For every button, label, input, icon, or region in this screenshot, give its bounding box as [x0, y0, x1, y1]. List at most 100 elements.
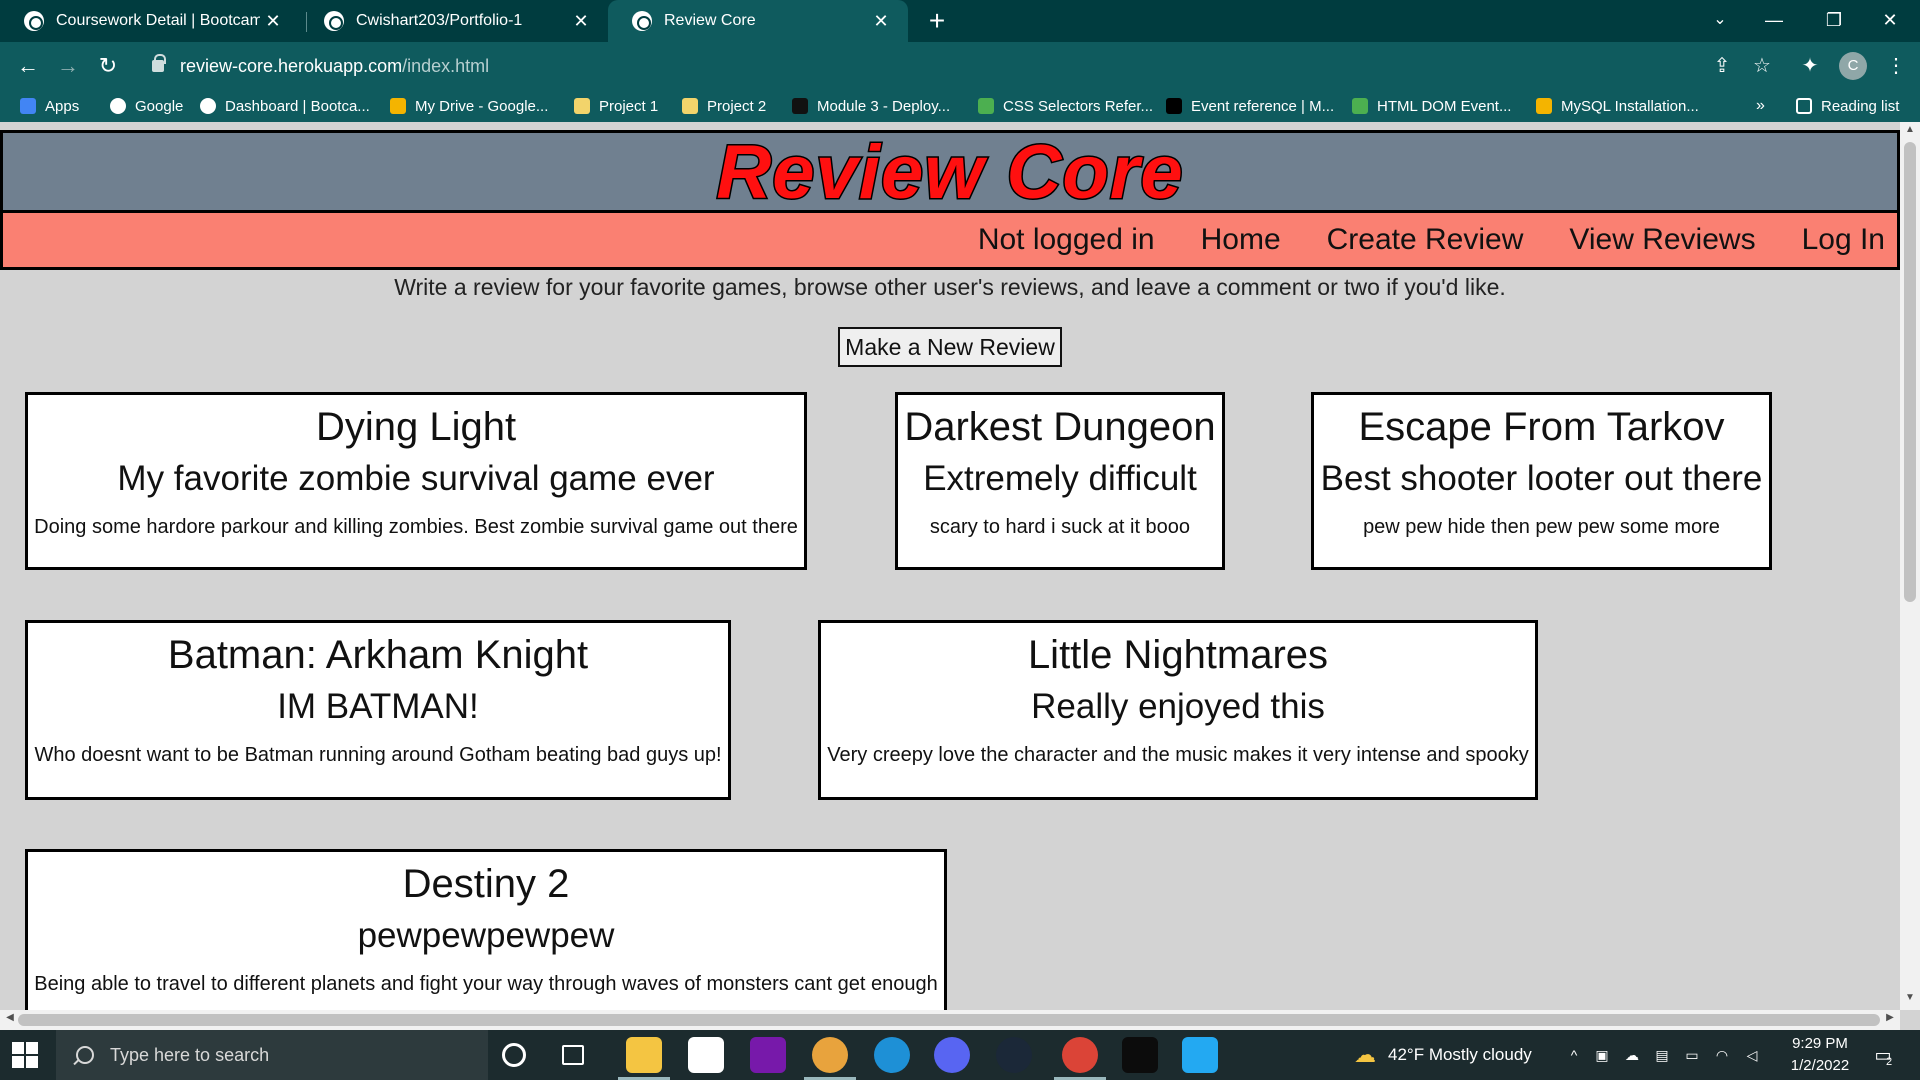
bookmark-item[interactable]: Project 1 — [574, 90, 658, 122]
reading-list-icon — [1796, 98, 1812, 114]
clock-time[interactable]: 9:29 PM — [1780, 1035, 1860, 1052]
bookmark-item[interactable]: Google — [110, 90, 183, 122]
review-body: Very creepy love the character and the m… — [827, 744, 1529, 766]
onedrive-icon[interactable]: ☁ — [1624, 1047, 1640, 1063]
bookmark-label: HTML DOM Event... — [1377, 97, 1512, 115]
bookmark-item[interactable]: HTML DOM Event... — [1352, 90, 1511, 122]
bookmark-item[interactable]: Event reference | M... — [1166, 90, 1334, 122]
bookmark-item[interactable]: My Drive - Google... — [390, 90, 548, 122]
taskbar-search[interactable]: Type here to search — [56, 1030, 488, 1080]
reload-icon[interactable]: ↻ — [92, 50, 124, 82]
discord-icon[interactable] — [934, 1037, 970, 1073]
menu-icon[interactable]: ⋮ — [1882, 52, 1910, 80]
review-subtitle: Really enjoyed this — [1031, 687, 1325, 726]
close-icon[interactable]: ✕ — [568, 11, 594, 32]
bookmark-item[interactable]: CSS Selectors Refer... — [978, 90, 1153, 122]
clock-date[interactable]: 1/2/2022 — [1780, 1057, 1860, 1074]
bookmarks-overflow-button[interactable]: » — [1756, 90, 1765, 122]
tab-title: Review Core — [664, 12, 756, 29]
microsoft-store-icon[interactable] — [688, 1037, 724, 1073]
scroll-left-icon[interactable]: ◀ — [2, 1012, 18, 1028]
window-close-icon[interactable]: ✕ — [1860, 0, 1920, 42]
google-icon — [110, 98, 126, 114]
scroll-right-icon[interactable]: ▶ — [1882, 1012, 1898, 1028]
review-card[interactable]: Destiny 2 pewpewpewpew Being able to tra… — [25, 849, 947, 1010]
fs-icon — [1536, 98, 1552, 114]
scroll-down-icon[interactable]: ▼ — [1900, 992, 1920, 1008]
nav-home[interactable]: Home — [1201, 223, 1281, 257]
new-tab-button[interactable]: + — [920, 4, 954, 38]
cortana-icon[interactable] — [502, 1043, 526, 1067]
restore-icon[interactable]: ❐ — [1804, 0, 1864, 42]
close-icon[interactable]: ✕ — [260, 11, 286, 32]
extensions-icon[interactable]: ✦ — [1796, 52, 1824, 80]
windows-start-icon[interactable] — [12, 1042, 38, 1068]
tab-coursework-detail[interactable]: Coursework Detail | Bootcamp Sp ✕ — [0, 0, 300, 42]
nav-log-in[interactable]: Log In — [1802, 223, 1885, 257]
terminal-icon[interactable] — [1122, 1037, 1158, 1073]
site-nav: Not logged in Home Create Review View Re… — [0, 210, 1900, 270]
review-subtitle: My favorite zombie survival game ever — [117, 459, 715, 498]
volume-icon[interactable]: ◁ — [1744, 1047, 1760, 1063]
chevron-up-icon[interactable]: ^ — [1566, 1047, 1582, 1063]
review-title: Batman: Arkham Knight — [167, 633, 589, 677]
globe-icon — [24, 11, 44, 31]
vertical-scrollbar[interactable]: ▲ ▼ — [1900, 122, 1920, 1010]
scrollbar-thumb[interactable] — [18, 1014, 1880, 1026]
edge-icon[interactable] — [874, 1037, 910, 1073]
review-body: pew pew hide then pew pew some more — [1363, 516, 1720, 538]
url-path: /index.html — [402, 55, 490, 76]
scrollbar-thumb[interactable] — [1904, 142, 1916, 602]
horizontal-scrollbar[interactable]: ◀ ▶ — [0, 1010, 1900, 1030]
chrome-canary-icon[interactable] — [812, 1037, 848, 1073]
lock-icon[interactable] — [152, 54, 166, 72]
meet-icon[interactable]: ▣ — [1594, 1047, 1610, 1063]
forward-icon[interactable]: → — [52, 50, 84, 82]
bookmark-item[interactable]: Apps — [20, 90, 79, 122]
onenote-icon[interactable] — [750, 1037, 786, 1073]
review-card[interactable]: Dying Light My favorite zombie survival … — [25, 392, 807, 570]
weather-text[interactable]: 42°F Mostly cloudy — [1388, 1045, 1532, 1065]
scroll-up-icon[interactable]: ▲ — [1900, 124, 1920, 140]
reading-list-button[interactable]: Reading list — [1796, 90, 1899, 122]
weather-icon[interactable]: ☁ — [1350, 1044, 1380, 1066]
vscode-icon[interactable] — [1182, 1037, 1218, 1073]
file-explorer-icon[interactable] — [626, 1037, 662, 1073]
profile-avatar[interactable]: C — [1839, 52, 1867, 80]
chrome-icon[interactable] — [1062, 1037, 1098, 1073]
nav-create-review[interactable]: Create Review — [1327, 223, 1524, 257]
address-bar[interactable]: review-core.herokuapp.com/index.html — [140, 48, 1740, 84]
review-card[interactable]: Batman: Arkham Knight IM BATMAN! Who doe… — [25, 620, 731, 800]
review-body: Being able to travel to different planet… — [34, 973, 938, 995]
tab-review-core[interactable]: Review Core ✕ — [608, 0, 908, 42]
review-card[interactable]: Darkest Dungeon Extremely difficult scar… — [895, 392, 1225, 570]
nav-view-reviews[interactable]: View Reviews — [1569, 223, 1755, 257]
bookmark-item[interactable]: MySQL Installation... — [1536, 90, 1699, 122]
close-icon[interactable]: ✕ — [868, 11, 894, 32]
bookmark-label: Apps — [45, 97, 80, 115]
share-icon[interactable]: ⇪ — [1708, 52, 1736, 80]
notebook-icon — [792, 98, 808, 114]
back-icon[interactable]: ← — [12, 50, 44, 82]
device-icon[interactable]: ▤ — [1654, 1047, 1670, 1063]
nav-login-status: Not logged in — [977, 223, 1155, 256]
tab-search-icon[interactable]: ⌄ — [1690, 0, 1750, 42]
bookmark-item[interactable]: Project 2 — [682, 90, 766, 122]
bookmark-item[interactable]: Dashboard | Bootca... — [200, 90, 370, 122]
task-view-icon[interactable] — [562, 1045, 584, 1065]
tab-portfolio[interactable]: Cwishart203/Portfolio-1 ✕ — [300, 0, 608, 42]
bookmarks-bar: Apps Google Dashboard | Bootca... My Drive … — [0, 90, 1920, 122]
bookmark-label: CSS Selectors Refer... — [1003, 97, 1154, 115]
tab-title: Coursework Detail | Bootcamp Sp — [56, 12, 260, 29]
battery-icon[interactable]: ▭ — [1684, 1047, 1700, 1063]
review-title: Little Nightmares — [1027, 633, 1329, 677]
minimize-icon[interactable]: — — [1744, 0, 1804, 42]
review-title: Destiny 2 — [402, 862, 570, 906]
steam-icon[interactable] — [996, 1037, 1032, 1073]
make-new-review-button[interactable]: Make a New Review — [838, 327, 1062, 367]
bookmark-star-icon[interactable]: ☆ — [1748, 52, 1776, 80]
wifi-icon[interactable]: ◠ — [1714, 1047, 1730, 1063]
review-card[interactable]: Little Nightmares Really enjoyed this Ve… — [818, 620, 1538, 800]
bookmark-item[interactable]: Module 3 - Deploy... — [792, 90, 950, 122]
review-card[interactable]: Escape From Tarkov Best shooter looter o… — [1311, 392, 1772, 570]
